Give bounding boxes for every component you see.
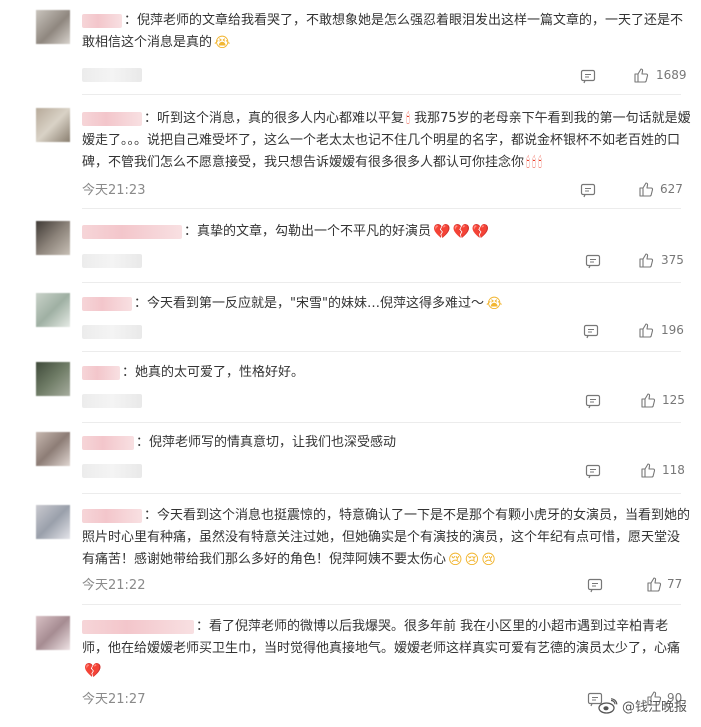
username-redacted[interactable] [82, 435, 134, 450]
username-redacted[interactable] [82, 296, 132, 311]
comment-text: ：今天看到第一反应就是，"宋雪"的妹妹…倪萍这得多难过～ [134, 296, 484, 311]
comment-text: ：真挚的文章，勾勒出一个不平凡的好演员 [184, 224, 432, 239]
sad-emoji-icon: 😢 [448, 552, 463, 568]
timestamp-redacted [82, 394, 142, 408]
username-redacted[interactable] [82, 224, 182, 239]
like-icon[interactable] [633, 67, 649, 83]
avatar[interactable] [36, 108, 70, 142]
comment-text: ：听到这个消息，真的很多人内心都难以平复 [144, 111, 405, 126]
weibo-logo-icon [598, 697, 618, 714]
like-icon[interactable] [638, 252, 654, 268]
avatar[interactable] [36, 432, 70, 466]
like-icon[interactable] [640, 392, 656, 408]
username-redacted[interactable] [82, 13, 122, 28]
divider [82, 351, 681, 352]
like-count: 118 [662, 463, 685, 477]
comment-text: ：她真的太可爱了，性格好好。 [122, 365, 305, 380]
avatar[interactable] [36, 10, 70, 44]
like-count: 196 [661, 323, 684, 337]
like-icon[interactable] [638, 322, 654, 338]
broken-heart-emoji-icon: 💔 [471, 224, 490, 240]
avatar[interactable] [36, 505, 70, 539]
divider [82, 493, 681, 494]
like-icon[interactable] [646, 576, 662, 592]
crying-emoji-icon: 😭 [214, 35, 231, 51]
broken-heart-emoji-icon: 💔 [452, 224, 470, 240]
broken-heart-emoji-icon: 💔 [433, 224, 451, 240]
like-count: 125 [662, 393, 685, 407]
comment-icon[interactable] [587, 577, 603, 593]
comment-text: ：倪萍老师的文章给我看哭了，不敢想象她是怎么强忍着眼泪发出这样一篇文章的，一天了… [82, 13, 684, 50]
comment-8: ：看了倪萍老师的微博以后我爆哭。很多年前 我在小区里的小超市遇到过辛柏青老师，他… [0, 616, 701, 716]
sad-emoji-icon: 😢 [464, 552, 480, 568]
comment-4: ：今天看到第一反应就是，"宋雪"的妹妹…倪萍这得多难过～ 😭 196 [0, 293, 701, 348]
timestamp: 今天21:27 [82, 692, 146, 707]
like-count: 375 [661, 253, 684, 267]
comment-3: ：真挚的文章，勾勒出一个不平凡的好演员 💔 💔 💔 375 [0, 221, 701, 279]
timestamp-redacted [82, 254, 142, 268]
divider [82, 94, 681, 95]
comment-1: ：倪萍老师的文章给我看哭了，不敢想象她是怎么强忍着眼泪发出这样一篇文章的，一天了… [0, 10, 701, 92]
like-icon[interactable] [638, 181, 654, 197]
comment-5: ：她真的太可爱了，性格好好。 125 [0, 362, 701, 420]
candle-emoji-icon: 🕯 [532, 155, 536, 171]
like-icon[interactable] [640, 462, 656, 478]
username-redacted[interactable] [82, 365, 120, 380]
divider [82, 282, 681, 283]
username-redacted[interactable] [82, 508, 142, 523]
comment-7: ：今天看到这个消息也挺震惊的，特意确认了一下是不是那个有颗小虎牙的女演员，当看到… [0, 505, 701, 601]
divider [82, 422, 681, 423]
comment-6: ：倪萍老师写的情真意切，让我们也深受感动 118 [0, 432, 701, 490]
watermark-text: @钱江晚报 [621, 700, 687, 715]
timestamp-redacted [82, 464, 142, 478]
sad-emoji-icon: 😢 [481, 552, 496, 568]
timestamp-redacted [82, 68, 142, 82]
comment-2: ：听到这个消息，真的很多人内心都难以平复 🕯 我那75岁的老母亲下午看到我的第一句… [0, 108, 701, 200]
watermark: @钱江晚报 [598, 696, 687, 715]
broken-heart-emoji-icon: 💔 [84, 663, 102, 679]
crying-emoji-icon: 😭 [485, 296, 503, 312]
like-count: 77 [667, 577, 683, 591]
username-redacted[interactable] [82, 619, 194, 634]
avatar[interactable] [36, 293, 70, 327]
divider [82, 208, 681, 209]
comment-text: ：今天看到这个消息也挺震惊的，特意确认了一下是不是那个有颗小虎牙的女演员，当看到… [82, 508, 691, 567]
candle-emoji-icon: 🕯 [406, 111, 410, 127]
timestamp-redacted [82, 325, 142, 339]
comment-icon[interactable] [583, 323, 599, 339]
avatar[interactable] [36, 616, 70, 650]
timestamp: 今天21:23 [82, 183, 146, 198]
like-count: 627 [660, 182, 683, 196]
timestamp: 今天21:22 [82, 578, 146, 593]
avatar[interactable] [36, 362, 70, 396]
comment-text: ：倪萍老师写的情真意切，让我们也深受感动 [136, 435, 397, 450]
avatar[interactable] [36, 221, 70, 255]
like-count: 1689 [656, 68, 687, 82]
comment-icon[interactable] [580, 68, 596, 84]
comment-icon[interactable] [580, 182, 596, 198]
comment-icon[interactable] [585, 253, 601, 269]
divider [82, 604, 681, 605]
candle-emoji-icon: 🕯 [537, 155, 542, 171]
comment-icon[interactable] [585, 463, 601, 479]
candle-emoji-icon: 🕯 [526, 155, 530, 171]
comment-icon[interactable] [585, 393, 601, 409]
username-redacted[interactable] [82, 111, 142, 126]
